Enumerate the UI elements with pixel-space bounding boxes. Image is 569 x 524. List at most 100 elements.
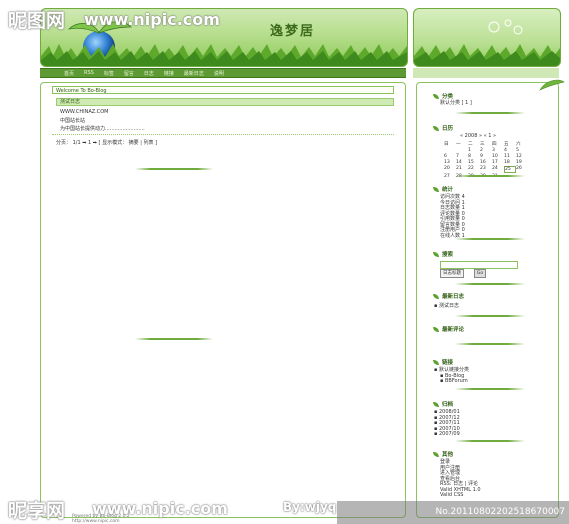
calendar-day — [456, 148, 468, 153]
calendar-day[interactable]: 26 — [516, 166, 528, 173]
archive-item[interactable]: ▪ 2007/09 — [434, 431, 460, 438]
category-title: 分类 — [433, 92, 453, 100]
calendar-day[interactable]: 10 — [492, 154, 504, 159]
calendar-weekday: 日 — [444, 142, 449, 147]
calendar-day[interactable]: 9 — [480, 154, 492, 159]
header-right-banner — [413, 8, 561, 67]
calendar-weekday: 四 — [492, 142, 497, 147]
archive-title: 归档 — [433, 400, 453, 408]
watermark-url-top: www.nipic.com — [84, 10, 220, 29]
category-item[interactable]: 默认分类 [ 1 ] — [440, 100, 472, 107]
post-title[interactable]: 测试日志 — [56, 98, 394, 106]
calendar-title: 日历 — [433, 124, 453, 132]
search-scope-select[interactable]: 日志标题 — [440, 269, 464, 278]
watermark-id: No.20110802202518670007 — [337, 501, 569, 524]
calendar-day[interactable]: 13 — [444, 160, 456, 165]
sidebar-divider — [455, 388, 525, 390]
calendar-day[interactable]: 6 — [444, 154, 456, 159]
calendar-day[interactable]: 5 — [516, 148, 528, 153]
leaf-icon — [433, 251, 439, 257]
calendar-day[interactable]: 14 — [456, 160, 468, 165]
about-item[interactable]: Valid CSS — [440, 492, 481, 499]
calendar-day[interactable]: 2 — [480, 148, 492, 153]
sidebar-divider — [455, 343, 525, 345]
calendar-day[interactable]: 25 — [504, 166, 516, 173]
post-line: WWW.CHINAZ.COM — [60, 109, 109, 115]
calendar-weekday: 三 — [480, 142, 485, 147]
search-title: 搜索 — [433, 250, 453, 258]
archive-list: ▪ 2008/01 ▪ 2007/12 ▪ 2007/11 ▪ 2007/10 … — [434, 409, 460, 438]
sidebar-divider — [455, 112, 525, 114]
nav-item-tags[interactable]: 标签 — [104, 70, 114, 77]
watermark-logo-top: 昵图网 — [8, 10, 66, 32]
calendar-nav[interactable]: « 2008 » « 1 » — [460, 133, 496, 140]
about-list: 登录 用户注册 进入管理 查看后台 RSS: 日志 | 评论 Valid XHT… — [440, 459, 481, 499]
nav-item-guestbook[interactable]: 留言 — [124, 70, 134, 77]
grass-decoration — [41, 44, 407, 66]
latest-comments-title: 最新评论 — [433, 325, 464, 333]
calendar-day[interactable]: 17 — [492, 160, 504, 165]
calendar-weekday: 六 — [516, 142, 521, 147]
nav-item-rss[interactable]: RSS — [84, 70, 94, 76]
calendar-weekday: 一 — [456, 142, 461, 147]
stats-title: 统计 — [433, 185, 453, 193]
divider — [135, 338, 213, 340]
leaf-icon — [433, 186, 439, 192]
watermark-logo-bottom: 昵享网 — [8, 500, 66, 522]
calendar-day[interactable]: 1 — [468, 148, 480, 153]
nav-item-about[interactable]: 说明 — [214, 70, 224, 77]
sidebar-divider — [455, 315, 525, 317]
calendar-day[interactable]: 3 — [492, 148, 504, 153]
leaf-icon — [433, 359, 439, 365]
search-go-button[interactable]: Go — [474, 269, 486, 278]
sidebar-divider — [455, 238, 525, 240]
calendar-day[interactable]: 23 — [480, 166, 492, 173]
divider — [135, 168, 213, 170]
about-title: 其他 — [433, 450, 453, 458]
calendar-day[interactable]: 16 — [480, 160, 492, 165]
nav-item-home[interactable]: 首页 — [64, 70, 74, 77]
calendar-weekday: 五 — [504, 142, 509, 147]
site-title: 逸梦居 — [270, 24, 316, 39]
post-separator — [52, 134, 394, 135]
main-nav: 首页 RSS 标签 留言 日志 链接 最新日志 说明 — [40, 68, 406, 78]
calendar-day[interactable]: 12 — [516, 154, 528, 159]
calendar-weekday: 二 — [468, 142, 473, 147]
calendar-day[interactable]: 7 — [456, 154, 468, 159]
main-content-panel — [40, 82, 406, 518]
sidebar-divider — [455, 283, 525, 285]
nav-item-posts[interactable]: 日志 — [144, 70, 154, 77]
links-list: ▪ 默认链接分类 ▪ Bo-Blog ▪ BBForum — [434, 367, 469, 385]
calendar-day[interactable]: 11 — [504, 154, 516, 159]
post-line: 中国站长站 — [60, 118, 86, 124]
nav-item-links[interactable]: 链接 — [164, 70, 174, 77]
calendar-day[interactable]: 15 — [468, 160, 480, 165]
calendar-grid: 日一二三四五六 1 2 3 4 5 6 7 8 9 10 11 12 13 14 15 16 17 18 19 20 21… — [444, 141, 528, 179]
calendar-day[interactable]: 4 — [504, 148, 516, 153]
search-input[interactable] — [440, 261, 518, 269]
sidebar-divider — [455, 175, 525, 177]
calendar-day[interactable]: 20 — [444, 166, 456, 173]
leaf-icon — [433, 293, 439, 299]
post-line: 为中国站长提供动力......................... — [60, 126, 145, 132]
pagination[interactable]: 分页： 1/1 ➡ 1 ➡ [ 显示模式： 摘要 | 列表 ] — [56, 139, 157, 146]
latest-post-item[interactable]: ▪ 测试日志 — [434, 303, 459, 310]
calendar-day[interactable]: 19 — [516, 160, 528, 165]
stats-list: 访问次数 4 今日访问 1 日志数量 1 评论数量 0 引用数量 0 留言数量 … — [440, 194, 465, 239]
calendar-day[interactable]: 22 — [468, 166, 480, 173]
calendar-day[interactable]: 8 — [468, 154, 480, 159]
welcome-bar: Welcome To Bo-Blog — [52, 86, 394, 94]
calendar-day[interactable]: 21 — [456, 166, 468, 173]
footer-url[interactable]: http://www.nipic.com — [72, 519, 120, 524]
bubbles-decoration — [488, 19, 523, 35]
nav-item-latest[interactable]: 最新日志 — [184, 70, 204, 77]
calendar-day[interactable]: 18 — [504, 160, 516, 165]
link-item[interactable]: ▪ BBForum — [434, 378, 469, 385]
links-title: 链接 — [433, 358, 453, 366]
leaf-icon — [433, 125, 439, 131]
watermark-url-bottom: www.nipic.com — [92, 499, 228, 518]
calendar-day — [444, 148, 456, 153]
latest-posts-title: 最新日志 — [433, 292, 464, 300]
grass-decoration — [414, 44, 560, 66]
calendar-day[interactable]: 24 — [492, 166, 504, 173]
